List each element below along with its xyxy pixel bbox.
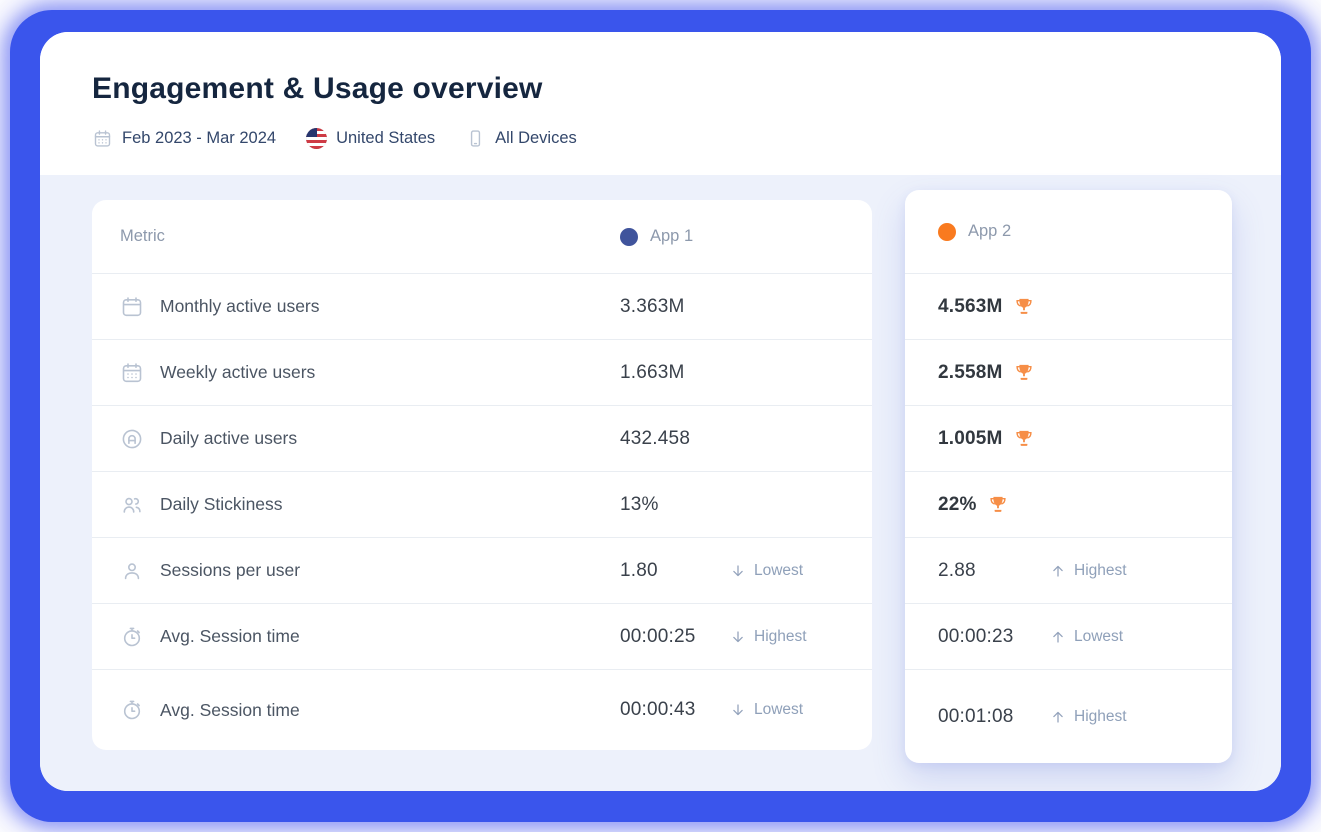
calendar-icon (92, 128, 113, 149)
app2-rank-badge: Lowest (1050, 628, 1123, 646)
trophy-icon (987, 494, 1009, 516)
app1-value: 1.663M (620, 362, 730, 384)
app2-label: App 2 (968, 222, 1011, 241)
app1-value: 13% (620, 494, 730, 516)
metric-label: Daily Stickiness (160, 494, 283, 515)
app2-value: 1.005M (938, 428, 1003, 450)
page-header: Engagement & Usage overview Feb 2023 - M… (40, 32, 1281, 175)
app2-dot-icon (938, 223, 956, 241)
app2-value: 4.563M (938, 296, 1003, 318)
metric-column-header: Metric (120, 227, 165, 246)
app2-row: 00:00:23 Lowest (905, 603, 1232, 669)
app2-column-card: App 2 4.563M 2.558M (905, 190, 1232, 763)
metric-label: Monthly active users (160, 296, 320, 317)
table-row: Weekly active users 1.663M (92, 339, 872, 405)
trophy-icon (1013, 296, 1035, 318)
app2-row: 4.563M (905, 273, 1232, 339)
trophy-icon (1013, 428, 1035, 450)
table-row: Avg. Session time 00:00:25 Highest (92, 603, 872, 669)
app2-header-row: App 2 (905, 190, 1232, 273)
metric-label: Weekly active users (160, 362, 315, 383)
app2-value: 22% (938, 494, 977, 516)
app1-value: 00:00:43 (620, 699, 730, 721)
app2-column-header: App 2 (938, 222, 1011, 241)
app1-value: 00:00:25 (620, 626, 730, 648)
app2-row: 2.558M (905, 339, 1232, 405)
metric-label: Sessions per user (160, 560, 300, 581)
devices-label: All Devices (495, 129, 577, 148)
app2-value: 00:01:08 (938, 706, 1014, 728)
stopwatch-icon (120, 625, 144, 649)
mobile-device-icon (465, 128, 486, 149)
app1-rank-badge: Highest (730, 628, 807, 646)
app2-value: 00:00:23 (938, 626, 1014, 648)
arrow-up-icon (1050, 563, 1066, 579)
country-label: United States (336, 129, 435, 148)
filter-meta-row: Feb 2023 - Mar 2024 United States All De… (92, 128, 577, 149)
date-range-filter[interactable]: Feb 2023 - Mar 2024 (92, 128, 276, 149)
date-range-label: Feb 2023 - Mar 2024 (122, 129, 276, 148)
stopwatch-icon (120, 698, 144, 722)
metric-label: Avg. Session time (160, 700, 300, 721)
app1-value: 432.458 (620, 428, 730, 450)
app1-value: 1.80 (620, 560, 730, 582)
table-row: Daily active users 432.458 (92, 405, 872, 471)
badge-label: Lowest (754, 701, 803, 719)
arrow-up-icon (1050, 629, 1066, 645)
app1-label: App 1 (650, 227, 693, 246)
us-flag-icon (306, 128, 327, 149)
app1-value: 3.363M (620, 296, 730, 318)
app1-rank-badge: Lowest (730, 701, 803, 719)
dashboard-body: Metric App 1 Monthly active users 3.363M (40, 175, 1281, 791)
arrow-up-icon (1050, 709, 1066, 725)
app2-row: 2.88 Highest (905, 537, 1232, 603)
country-filter[interactable]: United States (306, 128, 435, 149)
app1-column-header: App 1 (620, 227, 693, 246)
page-title: Engagement & Usage overview (92, 72, 543, 106)
badge-label: Highest (754, 628, 807, 646)
app1-dot-icon (620, 228, 638, 246)
metrics-table: Metric App 1 Monthly active users 3.363M (92, 200, 872, 750)
calendar-grid-icon (120, 361, 144, 385)
metric-label: Daily active users (160, 428, 297, 449)
badge-label: Lowest (1074, 628, 1123, 646)
table-row: Avg. Session time 00:00:43 Lowest (92, 669, 872, 750)
arrow-down-icon (730, 563, 746, 579)
app2-rank-badge: Highest (1050, 562, 1127, 580)
app2-rank-badge: Highest (1050, 708, 1127, 726)
arrow-down-icon (730, 702, 746, 718)
metric-label: Avg. Session time (160, 626, 300, 647)
dashboard-card: Engagement & Usage overview Feb 2023 - M… (40, 32, 1281, 791)
table-row: Daily Stickiness 13% (92, 471, 872, 537)
user-icon (120, 559, 144, 583)
app2-value: 2.88 (938, 560, 976, 582)
trophy-icon (1013, 362, 1035, 384)
app2-row: 22% (905, 471, 1232, 537)
calendar-line-icon (120, 295, 144, 319)
table-header-row: Metric App 1 (92, 200, 872, 273)
badge-label: Highest (1074, 708, 1127, 726)
table-row: Monthly active users 3.363M (92, 273, 872, 339)
app2-value: 2.558M (938, 362, 1003, 384)
badge-label: Lowest (754, 562, 803, 580)
table-row: Sessions per user 1.80 Lowest (92, 537, 872, 603)
users-icon (120, 493, 144, 517)
devices-filter[interactable]: All Devices (465, 128, 577, 149)
app2-row: 00:01:08 Highest (905, 669, 1232, 763)
app1-rank-badge: Lowest (730, 562, 803, 580)
daily-circle-icon (120, 427, 144, 451)
arrow-down-icon (730, 629, 746, 645)
app2-row: 1.005M (905, 405, 1232, 471)
badge-label: Highest (1074, 562, 1127, 580)
